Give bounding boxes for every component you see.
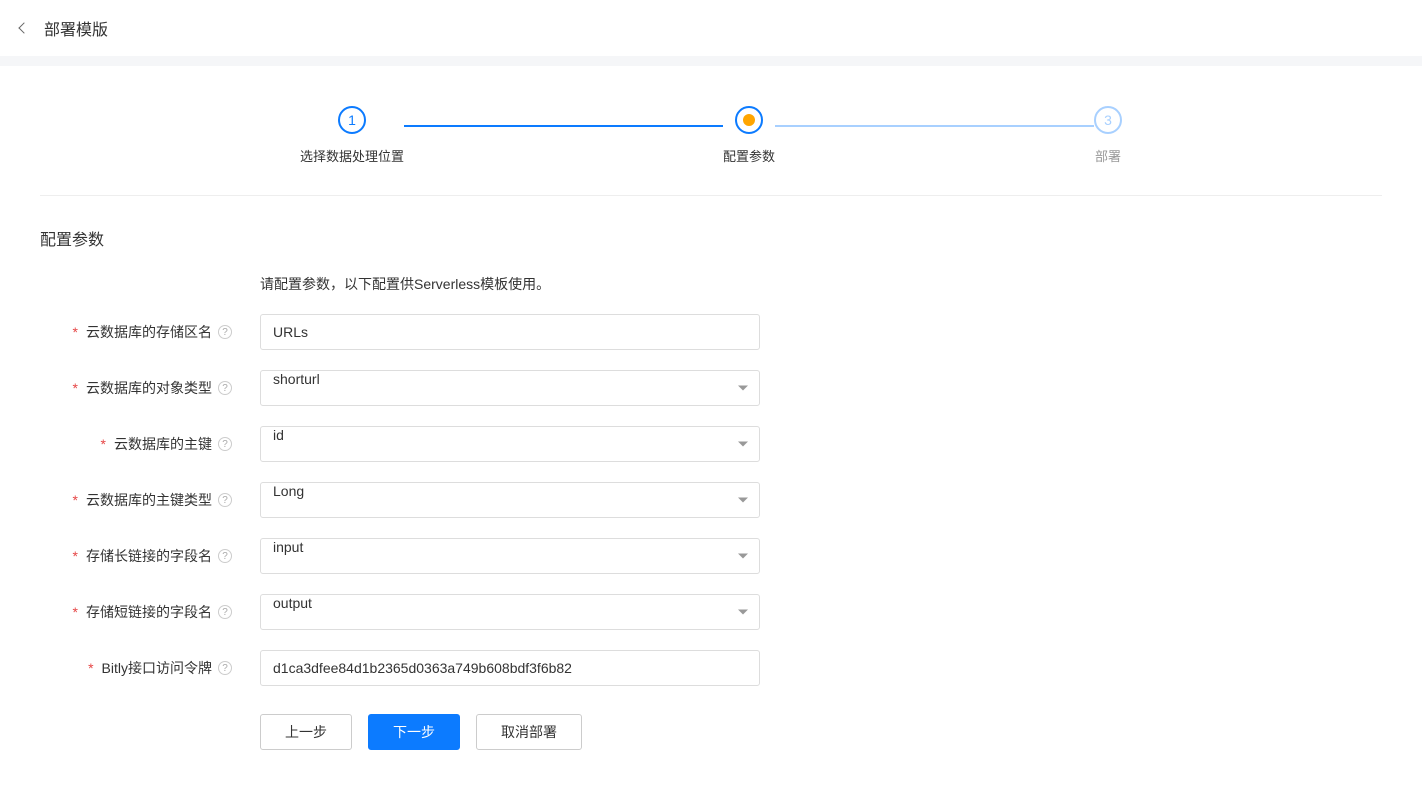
label-bitly-token: Bitly接口访问令牌 [102, 658, 212, 678]
help-icon[interactable]: ? [218, 437, 232, 451]
step-1: 1 选择数据处理位置 [300, 106, 404, 165]
label-long-url-field: 存储长链接的字段名 [86, 546, 212, 566]
step-2-label: 配置参数 [723, 146, 775, 165]
button-row: 上一步 下一步 取消部署 [260, 714, 1382, 750]
row-key-type: * 云数据库的主键类型 ? Long [40, 482, 1382, 518]
section-desc: 请配置参数，以下配置供Serverless模板使用。 [260, 274, 1382, 294]
row-long-url-field: * 存储长链接的字段名 ? input [40, 538, 1382, 574]
label-primary-key: 云数据库的主键 [114, 434, 212, 454]
help-icon[interactable]: ? [218, 549, 232, 563]
help-icon[interactable]: ? [218, 493, 232, 507]
help-icon[interactable]: ? [218, 661, 232, 675]
row-short-url-field: * 存储短链接的字段名 ? output [40, 594, 1382, 630]
label-short-url-field: 存储短链接的字段名 [86, 602, 212, 622]
cancel-button[interactable]: 取消部署 [476, 714, 582, 750]
help-icon[interactable]: ? [218, 381, 232, 395]
step-line-2 [775, 125, 1094, 127]
row-primary-key: * 云数据库的主键 ? id [40, 426, 1382, 462]
step-2: 配置参数 [723, 106, 775, 165]
step-wizard: 1 选择数据处理位置 配置参数 3 部署 [40, 106, 1382, 165]
row-storage-zone: * 云数据库的存储区名 ? [40, 314, 1382, 350]
select-primary-key[interactable]: id [260, 426, 760, 462]
required-icon: * [101, 436, 106, 452]
required-icon: * [73, 324, 78, 340]
page-title: 部署模版 [44, 16, 108, 40]
main-card: 1 选择数据处理位置 配置参数 3 部署 配置参数 请配置参数，以下配置供Ser… [0, 66, 1422, 790]
divider [40, 195, 1382, 196]
section-title: 配置参数 [40, 226, 1382, 250]
select-object-type[interactable]: shorturl [260, 370, 760, 406]
input-bitly-token[interactable] [260, 650, 760, 686]
step-3-circle: 3 [1094, 106, 1122, 134]
step-3-label: 部署 [1095, 146, 1121, 165]
label-storage-zone: 云数据库的存储区名 [86, 322, 212, 342]
step-2-circle [735, 106, 763, 134]
step-1-circle: 1 [338, 106, 366, 134]
step-3: 3 部署 [1094, 106, 1122, 165]
back-icon[interactable] [18, 22, 29, 33]
input-storage-zone[interactable] [260, 314, 760, 350]
required-icon: * [73, 380, 78, 396]
help-icon[interactable]: ? [218, 605, 232, 619]
row-bitly-token: * Bitly接口访问令牌 ? [40, 650, 1382, 686]
select-short-url-field[interactable]: output [260, 594, 760, 630]
help-icon[interactable]: ? [218, 325, 232, 339]
select-key-type[interactable]: Long [260, 482, 760, 518]
prev-button[interactable]: 上一步 [260, 714, 352, 750]
row-object-type: * 云数据库的对象类型 ? shorturl [40, 370, 1382, 406]
label-object-type: 云数据库的对象类型 [86, 378, 212, 398]
page-header: 部署模版 [0, 0, 1422, 56]
required-icon: * [73, 492, 78, 508]
active-dot-icon [743, 114, 755, 126]
select-long-url-field[interactable]: input [260, 538, 760, 574]
next-button[interactable]: 下一步 [368, 714, 460, 750]
step-1-label: 选择数据处理位置 [300, 146, 404, 165]
label-key-type: 云数据库的主键类型 [86, 490, 212, 510]
required-icon: * [73, 548, 78, 564]
required-icon: * [73, 604, 78, 620]
step-line-1 [404, 125, 723, 127]
required-icon: * [88, 660, 93, 676]
